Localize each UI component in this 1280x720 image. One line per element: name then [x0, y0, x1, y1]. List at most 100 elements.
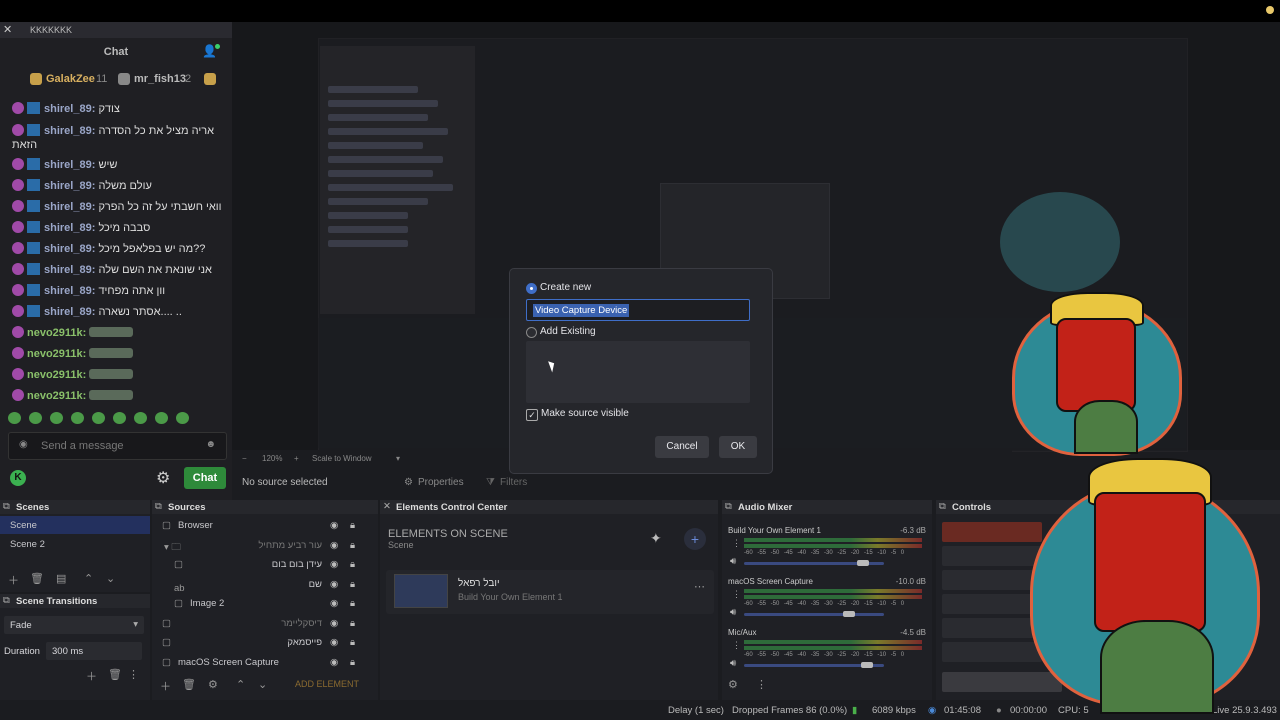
add-icon[interactable]: ＋ [8, 572, 19, 588]
close-icon[interactable]: ✕ [3, 23, 12, 36]
source-item[interactable]: ▢ דיסקליימר ◉ 🔒︎ [152, 614, 378, 632]
duration-input[interactable]: 300 ms [46, 642, 142, 660]
chat-username[interactable]: shirel_89: [44, 201, 95, 213]
zoom-in-button[interactable]: + [294, 454, 299, 463]
transition-select[interactable]: Fade ▾ [4, 616, 144, 634]
chat-username[interactable]: nevo2911k: [27, 348, 86, 360]
chat-username[interactable]: shirel_89: [44, 264, 95, 276]
lock-icon[interactable]: 🔒︎ [350, 618, 355, 629]
source-item[interactable]: ab שם ◉ 🔒︎ [152, 575, 378, 594]
eye-icon[interactable]: ◉ [330, 540, 338, 551]
emote-icon[interactable] [155, 412, 168, 424]
trash-icon[interactable]: 🗑 [182, 678, 196, 691]
chat-username[interactable]: shirel_89: [44, 243, 95, 255]
chevron-up-icon[interactable]: ⌃ [236, 678, 245, 691]
chat-username[interactable]: nevo2911k: [27, 327, 86, 339]
scale-mode-select[interactable]: Scale to Window [312, 454, 372, 463]
more-icon[interactable]: ⋮ [756, 678, 767, 691]
eye-icon[interactable]: ◉ [330, 637, 338, 648]
lock-icon[interactable]: 🔒︎ [350, 598, 355, 609]
chevron-down-icon[interactable]: ⌄ [258, 678, 267, 691]
more-icon[interactable]: ⋮ [732, 589, 741, 600]
zoom-out-button[interactable]: − [242, 454, 247, 463]
chat-username[interactable]: shirel_89: [44, 222, 95, 234]
add-element-button[interactable]: ADD ELEMENT [284, 676, 370, 692]
source-item[interactable]: ▢ עידן בום בום ◉ 🔒︎ [152, 555, 378, 573]
gear-icon[interactable]: ⚙ [208, 678, 218, 691]
more-icon[interactable]: ⋮ [732, 640, 741, 651]
lock-icon[interactable]: 🔒︎ [350, 657, 355, 668]
go-live-button[interactable] [942, 522, 1042, 542]
control-button[interactable] [942, 594, 1042, 614]
emote-icon[interactable] [113, 412, 126, 424]
trash-icon[interactable]: 🗑 [108, 668, 122, 681]
control-button[interactable] [942, 672, 1062, 692]
chat-username[interactable]: nevo2911k: [27, 369, 86, 381]
eye-icon[interactable]: ◉ [330, 618, 338, 629]
lock-icon[interactable]: 🔒︎ [350, 637, 355, 648]
chat-username[interactable]: shirel_89: [44, 159, 95, 171]
lock-icon[interactable]: 🔒︎ [350, 579, 355, 590]
control-button[interactable] [942, 642, 1042, 662]
element-card[interactable]: יובל רפאל Build Your Own Element 1 ⋯ [386, 570, 714, 614]
properties-button[interactable]: Properties [418, 477, 464, 488]
source-item[interactable]: ▢ macOS Screen Capture ◉ 🔒︎ [152, 653, 378, 671]
chat-username[interactable]: shirel_89: [44, 180, 95, 192]
create-new-radio[interactable] [526, 283, 537, 294]
gear-icon[interactable]: ⚙ [156, 468, 170, 488]
emote-icon[interactable] [8, 412, 21, 424]
make-visible-checkbox[interactable]: ✓ [526, 409, 538, 421]
lock-icon[interactable]: 🔒︎ [350, 540, 355, 551]
eye-icon[interactable]: ◉ [330, 598, 338, 609]
chat-username[interactable]: shirel_89: [44, 125, 95, 137]
more-icon[interactable]: ⋮ [128, 668, 139, 681]
add-icon[interactable]: ＋ [86, 668, 97, 684]
emote-icon[interactable] [50, 412, 63, 424]
lock-icon[interactable]: 🔒︎ [350, 559, 355, 570]
chat-username[interactable]: shirel_89: [44, 103, 95, 115]
volume-slider-knob[interactable] [861, 662, 873, 668]
trash-icon[interactable]: 🗑 [30, 572, 44, 585]
volume-slider[interactable] [744, 613, 884, 616]
chevron-up-icon[interactable]: ⌃ [84, 572, 93, 585]
send-message-input[interactable]: ◉ Send a message ☻ [8, 432, 227, 460]
add-icon[interactable]: ＋ [160, 678, 171, 694]
eye-icon[interactable]: ◉ [330, 559, 338, 570]
emoji-icon[interactable]: ☻ [205, 439, 216, 450]
scene-item[interactable]: Scene 2 [0, 535, 150, 553]
scene-item[interactable]: Scene [0, 516, 150, 534]
speaker-icon[interactable]: 🔊︎ [730, 658, 736, 669]
existing-sources-list[interactable] [526, 341, 750, 403]
filter-icon[interactable]: ▤ [56, 572, 66, 585]
cancel-button[interactable]: Cancel [655, 436, 709, 458]
chat-username[interactable]: shirel_89: [44, 285, 95, 297]
add-existing-radio[interactable] [526, 327, 537, 338]
users-icon[interactable]: 👤 [202, 44, 220, 60]
emote-icon[interactable] [134, 412, 147, 424]
source-item[interactable]: ▢ פייסמאק ◉ 🔒︎ [152, 633, 378, 651]
source-name-input[interactable]: Video Capture Device [526, 299, 750, 321]
eye-icon[interactable]: ◉ [330, 657, 338, 668]
ok-button[interactable]: OK [719, 436, 757, 458]
chevron-down-icon[interactable]: ⌄ [106, 572, 115, 585]
gear-icon[interactable]: ⚙ [728, 678, 738, 691]
kick-logo-icon[interactable]: K [10, 470, 26, 486]
emote-icon[interactable] [29, 412, 42, 424]
emote-icon[interactable] [71, 412, 84, 424]
emote-icon[interactable] [92, 412, 105, 424]
eye-icon[interactable]: ◉ [330, 579, 338, 590]
more-icon[interactable]: ⋮ [732, 538, 741, 549]
source-item[interactable]: ▢ Browser ◉ 🔒︎ [152, 516, 378, 534]
control-button[interactable] [942, 570, 1042, 590]
eye-icon[interactable]: ◉ [330, 520, 338, 531]
chat-username[interactable]: nevo2911k: [27, 390, 86, 402]
emote-icon[interactable] [176, 412, 189, 424]
source-item[interactable]: ▾ 🗀 עור רביע מתחיל ◉ 🔒︎ [152, 536, 378, 554]
control-button[interactable] [942, 618, 1042, 638]
add-element-plus-button[interactable]: + [684, 528, 706, 550]
speaker-icon[interactable]: 🔊︎ [730, 607, 736, 618]
more-icon[interactable]: ⋯ [694, 580, 705, 593]
chat-username[interactable]: shirel_89: [44, 306, 95, 318]
volume-slider-knob[interactable] [857, 560, 869, 566]
source-item[interactable]: ▢ Image 2 ◉ 🔒︎ [152, 594, 378, 612]
